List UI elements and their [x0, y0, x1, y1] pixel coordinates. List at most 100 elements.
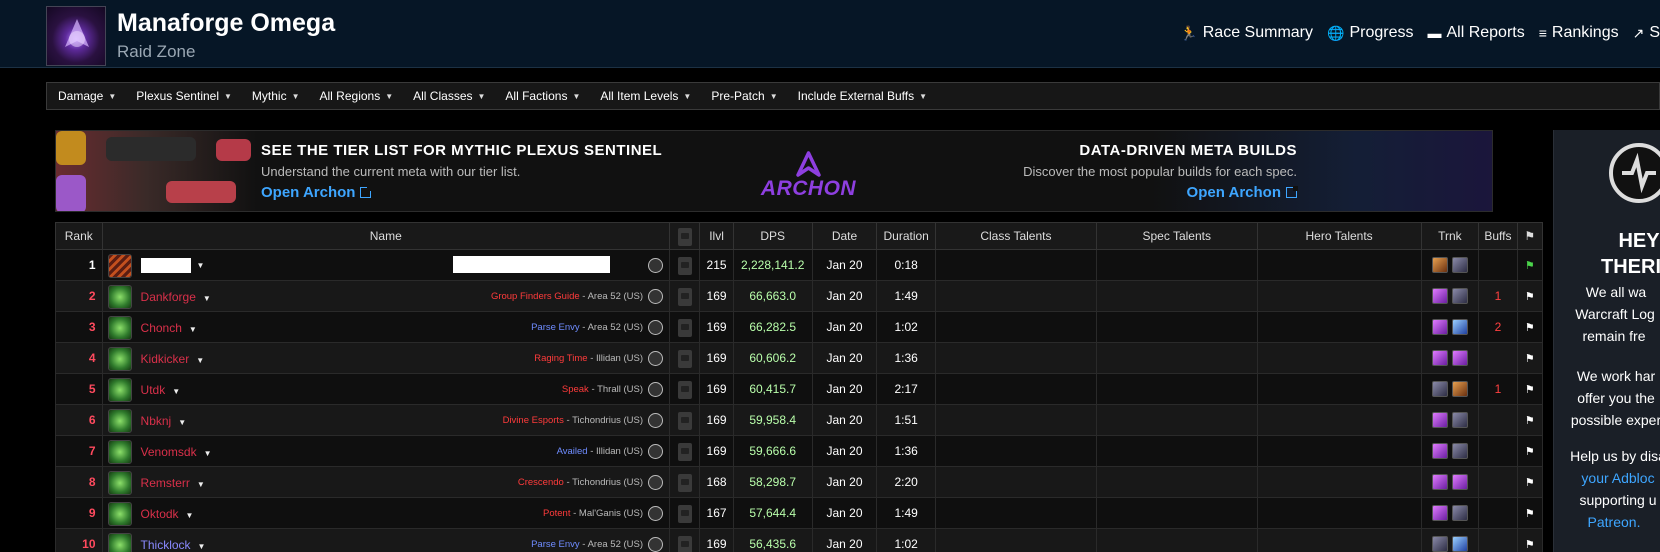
guild-server[interactable]: Speak - Thrall (US)	[562, 384, 643, 395]
player-name-link[interactable]: Venomsdk ▼	[141, 445, 212, 459]
col-name[interactable]: Name	[101, 222, 671, 250]
disable-adblock-link[interactable]: Help us by disa	[1554, 448, 1660, 464]
warcraftlogs-icon[interactable]	[648, 444, 664, 459]
player-name-link[interactable]: Remsterr ▼	[141, 476, 205, 490]
video-cell[interactable]	[669, 280, 701, 312]
guild-server[interactable]: Parse Envy - Area 52 (US)	[531, 322, 643, 333]
filter-faction[interactable]: All Factions ▼	[505, 89, 580, 103]
trinket-icon[interactable]	[1451, 257, 1468, 273]
warcraftlogs-icon[interactable]	[648, 351, 664, 366]
trinket-icon[interactable]	[1431, 412, 1448, 428]
date-cell[interactable]: Jan 20	[811, 466, 878, 498]
player-name-link[interactable]: Oktodk ▼	[141, 507, 194, 521]
buffs-cell[interactable]	[1478, 497, 1518, 529]
guild-server[interactable]: Raging Time - Illidan (US)	[534, 353, 643, 364]
filter-difficulty[interactable]: Mythic ▼	[252, 89, 300, 103]
date-cell[interactable]: Jan 20	[811, 280, 878, 312]
table-row[interactable]: 9 Oktodk ▼ Potent - Mal'Ganis (US) 167 57,644…	[55, 497, 1544, 529]
table-row[interactable]: 1 ▼ 215 2,228,141.2 Jan 20 0:18 ⚑	[55, 249, 1544, 281]
archon-logo[interactable]: ARCHON	[746, 149, 871, 200]
video-cell[interactable]	[669, 373, 701, 405]
nav-race-summary[interactable]: 🏃 Race Summary	[1180, 24, 1313, 42]
buffs-cell[interactable]: 1	[1478, 280, 1518, 312]
video-cell[interactable]	[669, 497, 701, 529]
guild-server[interactable]: Potent - Mal'Ganis (US)	[543, 508, 643, 519]
filter-class[interactable]: All Classes ▼	[413, 89, 485, 103]
caret-down-icon[interactable]: ▼	[197, 261, 205, 270]
patreon-link[interactable]: Patreon.	[1554, 514, 1660, 530]
caret-down-icon[interactable]: ▼	[196, 356, 204, 365]
trinket-icon[interactable]	[1451, 536, 1468, 552]
warcraftlogs-icon[interactable]	[648, 475, 664, 490]
flag-cell[interactable]: ⚑	[1516, 342, 1544, 374]
buffs-cell[interactable]: 2	[1478, 311, 1518, 343]
date-cell[interactable]: Jan 20	[811, 311, 878, 343]
caret-down-icon[interactable]: ▼	[178, 418, 186, 427]
filter-encounter[interactable]: Plexus Sentinel ▼	[136, 89, 232, 103]
buffs-cell[interactable]	[1478, 249, 1518, 281]
filter-item-level[interactable]: All Item Levels ▼	[600, 89, 691, 103]
guild-server[interactable]: Group Finders Guide - Area 52 (US)	[491, 291, 643, 302]
caret-down-icon[interactable]: ▼	[189, 325, 197, 334]
warcraftlogs-icon[interactable]	[648, 258, 664, 273]
filter-metric[interactable]: Damage ▼	[58, 89, 116, 103]
filter-patch[interactable]: Pre-Patch ▼	[711, 89, 777, 103]
trinket-icon[interactable]	[1431, 536, 1448, 552]
trinket-icon[interactable]	[1451, 443, 1468, 459]
warcraftlogs-icon[interactable]	[648, 413, 664, 428]
player-name-link[interactable]: Nbknj ▼	[141, 414, 187, 428]
col-rank[interactable]: Rank	[55, 222, 103, 250]
table-row[interactable]: 2 Dankforge ▼ Group Finders Guide - Area 52…	[55, 280, 1544, 312]
date-cell[interactable]: Jan 20	[811, 249, 878, 281]
caret-down-icon[interactable]: ▼	[197, 480, 205, 489]
nav-statistics[interactable]: ↗ S	[1633, 24, 1660, 42]
col-ilvl[interactable]: Ilvl	[699, 222, 734, 250]
table-row[interactable]: 5 Utdk ▼ Speak - Thrall (US) 169 60,415.7 Jan …	[55, 373, 1544, 405]
player-name-link[interactable]: Dankforge ▼	[141, 290, 211, 304]
trinket-icon[interactable]	[1431, 505, 1448, 521]
date-cell[interactable]: Jan 20	[811, 342, 878, 374]
table-row[interactable]: 4 Kidkicker ▼ Raging Time - Illidan (US) 169…	[55, 342, 1544, 374]
flag-cell[interactable]: ⚑	[1516, 435, 1544, 467]
flag-cell[interactable]: ⚑	[1516, 373, 1544, 405]
trinket-icon[interactable]	[1431, 350, 1448, 366]
video-cell[interactable]	[669, 342, 701, 374]
guild-server[interactable]: Divine Esports - Tichondrius (US)	[503, 415, 643, 426]
warcraftlogs-icon[interactable]	[648, 320, 664, 335]
video-cell[interactable]	[669, 528, 701, 552]
caret-down-icon[interactable]: ▼	[203, 294, 211, 303]
buffs-cell[interactable]	[1478, 435, 1518, 467]
trinket-icon[interactable]	[1431, 443, 1448, 459]
table-row[interactable]: 7 Venomsdk ▼ Availed - Illidan (US) 169 59,66…	[55, 435, 1544, 467]
col-date[interactable]: Date	[811, 222, 878, 250]
trinket-icon[interactable]	[1451, 319, 1468, 335]
trinket-icon[interactable]	[1451, 288, 1468, 304]
guild-server[interactable]: Availed - Illidan (US)	[557, 446, 643, 457]
warcraftlogs-icon[interactable]	[648, 506, 664, 521]
date-cell[interactable]: Jan 20	[811, 528, 878, 552]
trinket-icon[interactable]	[1451, 474, 1468, 490]
buffs-cell[interactable]	[1478, 466, 1518, 498]
table-row[interactable]: 6 Nbknj ▼ Divine Esports - Tichondrius (US)…	[55, 404, 1544, 436]
trinket-icon[interactable]	[1431, 288, 1448, 304]
video-cell[interactable]	[669, 249, 701, 281]
buffs-cell[interactable]	[1478, 528, 1518, 552]
buffs-cell[interactable]	[1478, 342, 1518, 374]
nav-all-reports[interactable]: ▬ All Reports	[1427, 24, 1524, 42]
flag-cell[interactable]: ⚑	[1516, 404, 1544, 436]
col-video[interactable]	[669, 222, 701, 250]
date-cell[interactable]: Jan 20	[811, 373, 878, 405]
player-name-link[interactable]: Utdk ▼	[141, 383, 181, 397]
guild-server[interactable]: Parse Envy - Area 52 (US)	[531, 539, 643, 550]
buffs-cell[interactable]: 1	[1478, 373, 1518, 405]
nav-progress[interactable]: 🌐 Progress	[1327, 24, 1413, 42]
trinket-icon[interactable]	[1451, 505, 1468, 521]
trinket-icon[interactable]	[1431, 319, 1448, 335]
guild-server[interactable]: Crescendo - Tichondrius (US)	[518, 477, 643, 488]
flag-cell[interactable]: ⚑	[1516, 528, 1544, 552]
buffs-cell[interactable]	[1478, 404, 1518, 436]
flag-cell[interactable]: ⚑	[1516, 280, 1544, 312]
flag-cell[interactable]: ⚑	[1516, 311, 1544, 343]
video-cell[interactable]	[669, 404, 701, 436]
player-name-link[interactable]: Chonch ▼	[141, 321, 197, 335]
